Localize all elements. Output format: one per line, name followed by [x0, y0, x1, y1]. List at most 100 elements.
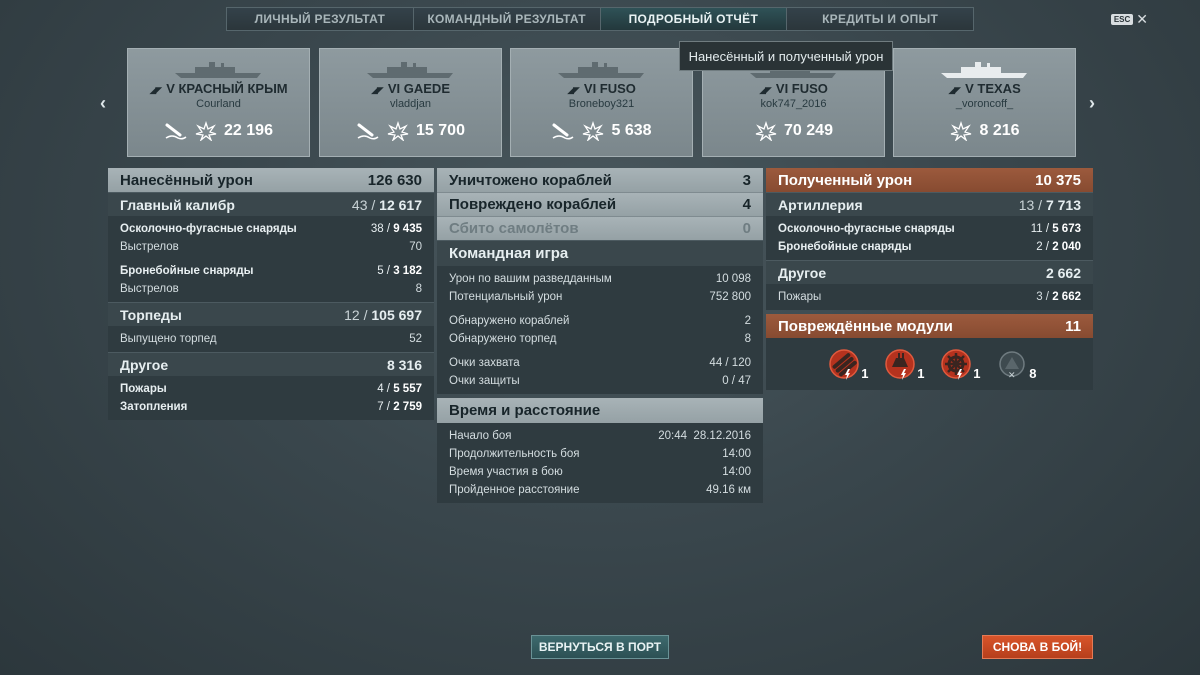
capture-points-value: 44 / 120 — [709, 357, 751, 369]
ship-class-icon: ◢◤ — [759, 85, 772, 95]
damage-dealt-panel: Нанесённый урон 126 630 Главный калибр 4… — [108, 168, 434, 420]
battle-summary-panel: Уничтожено кораблей 3 Повреждено корабле… — [437, 168, 763, 503]
received-fires-value: 2 662 — [1052, 291, 1081, 303]
torpedoes-value: 105 697 — [371, 306, 422, 323]
spotting-damage-row: Урон по вашим разведданным 10 098 — [449, 270, 751, 288]
received-other-label: Другое — [778, 264, 827, 281]
ship-name: ◢◤ VI FUSO — [511, 81, 692, 96]
battle-again-button[interactable]: СНОВА В БОЙ! — [982, 635, 1093, 659]
main-turret-module[interactable]: 1 — [883, 347, 925, 381]
tab-personal-result[interactable]: ЛИЧНЫЙ РЕЗУЛЬТАТ — [227, 8, 414, 30]
destroyed-ships-header: Уничтожено кораблей 3 — [437, 168, 763, 192]
he-shells-hits: 38 / — [370, 223, 391, 235]
tab-credits-xp[interactable]: КРЕДИТЫ И ОПЫТ — [787, 8, 973, 30]
potential-damage-label: Потенциальный урон — [449, 291, 563, 303]
player-name: Broneboy321 — [568, 98, 635, 110]
dealt-other-value: 8 316 — [386, 356, 422, 373]
received-he-value: 5 673 — [1052, 223, 1081, 235]
he-shots-value: 70 — [409, 241, 422, 253]
he-shells-row: Осколочно-фугасные снаряды 38 / 9 435 — [120, 220, 422, 238]
torpedo-tubes-icon — [828, 349, 859, 380]
next-ship-arrow-icon[interactable]: › — [1089, 93, 1095, 114]
ship-damage-value: 70 249 — [784, 122, 833, 139]
ship-silhouette-icon — [367, 62, 453, 78]
defense-points-label: Очки защиты — [449, 375, 520, 387]
dealt-fires-row: Пожары 4 / 5 557 — [120, 380, 422, 398]
teamplay-details: Урон по вашим разведданным 10 098 Потенц… — [437, 266, 763, 394]
damage-received-header: Полученный урон 10 375 — [766, 168, 1093, 192]
potential-damage-value: 752 800 — [709, 291, 751, 303]
ship-card[interactable]: ◢◤ V TEXAS _voroncoff_ 8 216 — [893, 48, 1076, 157]
torpedo-hit-icon — [357, 123, 379, 140]
ship-damage-value: 8 216 — [979, 122, 1020, 139]
damaged-modules-title: Повреждённые модули — [778, 317, 953, 335]
received-fires-label: Пожары — [778, 291, 822, 303]
prev-ship-arrow-icon[interactable]: ‹ — [100, 93, 106, 114]
spotted-ships-value: 2 — [744, 315, 751, 327]
received-ap-value: 2 040 — [1052, 241, 1081, 253]
damage-received-panel: Полученный урон 10 375 Артиллерия 13 / 7… — [766, 168, 1093, 390]
destroyed-ships-label: Уничтожено кораблей — [449, 171, 612, 189]
time-distance-details: Начало боя 20:44 28.12.2016 Продолжитель… — [437, 423, 763, 503]
received-other-value: 2 662 — [1045, 264, 1081, 281]
main-battery-details: Осколочно-фугасные снаряды 38 / 9 435 Вы… — [108, 216, 434, 302]
artillery-row: Артиллерия 13 / 7 713 — [766, 192, 1093, 216]
svg-text:✕: ✕ — [1008, 371, 1016, 381]
steering-module[interactable]: 1 — [939, 347, 981, 381]
player-name: Courland — [196, 98, 241, 110]
torpedoes-row: Торпеды 12 / 105 697 — [108, 302, 434, 326]
spotted-torpedoes-row: Обнаружено торпед 8 — [449, 330, 751, 348]
ship-name-text: V КРАСНЫЙ КРЫМ — [166, 81, 288, 96]
damage-burst-icon — [951, 121, 972, 141]
ship-name: ◢◤ VI FUSO — [703, 81, 884, 96]
participation-time-row: Время участия в бою 14:00 — [449, 463, 751, 481]
aa-gun-destroyed-icon: ✕ — [998, 351, 1025, 381]
ship-class-icon: ◢◤ — [149, 85, 162, 95]
ship-damage-value: 22 196 — [224, 122, 273, 139]
ship-card[interactable]: ◢◤ VI FUSO Broneboy321 5 638 — [510, 48, 693, 157]
teamplay-title: Командная игра — [449, 245, 569, 262]
planes-shot-header: Сбито самолётов 0 — [437, 216, 763, 240]
time-distance-title: Время и расстояние — [449, 402, 601, 419]
received-other-row: Другое 2 662 — [766, 260, 1093, 284]
ap-shells-hits: 5 / — [377, 265, 391, 277]
return-to-port-button[interactable]: ВЕРНУТЬСЯ В ПОРТ — [531, 635, 669, 659]
main-battery-value: 12 617 — [379, 196, 422, 213]
torpedo-tubes-count: 1 — [861, 366, 869, 381]
damaged-modules-list: 1 1 1 ✕ 8 — [766, 338, 1093, 390]
received-he-hits: 11 / — [1030, 223, 1050, 235]
steering-count: 1 — [973, 366, 981, 381]
ship-damage-stats: 15 700 — [320, 121, 501, 141]
battle-duration-value: 14:00 — [722, 448, 751, 460]
ship-silhouette-icon — [175, 62, 261, 78]
tab-detailed-report[interactable]: ПОДРОБНЫЙ ОТЧЁТ — [600, 8, 788, 30]
artillery-label: Артиллерия — [778, 196, 863, 213]
torpedoes-launched-label: Выпущено торпед — [120, 333, 217, 345]
received-ap-hits: 2 / — [1036, 241, 1050, 253]
damage-burst-icon — [195, 121, 217, 141]
spotted-torpedoes-label: Обнаружено торпед — [449, 333, 557, 345]
artillery-value: 7 713 — [1045, 196, 1081, 213]
ap-shells-label: Бронебойные снаряды — [120, 265, 254, 277]
defense-points-value: 0 / 47 — [722, 375, 751, 387]
artillery-details: Осколочно-фугасные снаряды 11 / 5 673 Бр… — [766, 216, 1093, 260]
ship-card[interactable]: ◢◤ V КРАСНЫЙ КРЫМ Courland 22 196 — [127, 48, 310, 157]
torpedoes-launched-value: 52 — [409, 333, 422, 345]
ship-name-text: VI GAEDE — [387, 81, 450, 96]
ap-shells-value: 3 182 — [393, 265, 422, 277]
he-shells-label: Осколочно-фугасные снаряды — [120, 223, 297, 235]
battle-start-row: Начало боя 20:44 28.12.2016 — [449, 427, 751, 445]
aa-guns-module[interactable]: ✕ 8 — [995, 347, 1037, 381]
torpedo-tubes-module[interactable]: 1 — [827, 347, 869, 381]
ship-card[interactable]: ◢◤ VI GAEDE vladdjan 15 700 — [319, 48, 502, 157]
close-button[interactable]: ESC ✕ — [1110, 11, 1148, 28]
damage-received-total: 10 375 — [1035, 171, 1081, 189]
report-tabs: ЛИЧНЫЙ РЕЗУЛЬТАТ КОМАНДНЫЙ РЕЗУЛЬТАТ ПОД… — [226, 7, 974, 31]
ship-damage-stats: 8 216 — [894, 121, 1075, 141]
participation-time-label: Время участия в бою — [449, 466, 563, 478]
spotted-torpedoes-value: 8 — [744, 333, 751, 345]
tooltip: Нанесённый и полученный урон — [679, 41, 893, 71]
tab-team-result[interactable]: КОМАНДНЫЙ РЕЗУЛЬТАТ — [413, 8, 601, 30]
distance-value: 49.16 км — [706, 484, 751, 496]
dealt-floods-row: Затопления 7 / 2 759 — [120, 398, 422, 416]
